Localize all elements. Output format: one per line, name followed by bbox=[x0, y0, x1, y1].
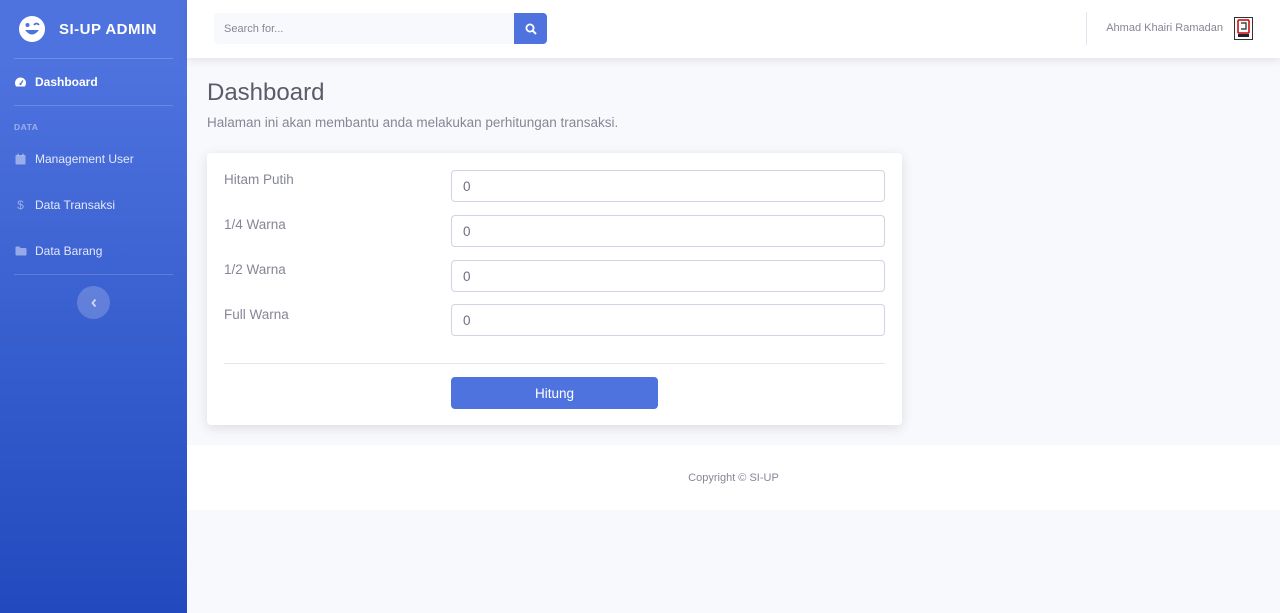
sidebar-item-label: Management User bbox=[35, 152, 134, 166]
search-icon bbox=[525, 23, 537, 35]
user-avatar-icon bbox=[1237, 19, 1250, 37]
copyright-text: Copyright © SI-UP bbox=[688, 471, 779, 484]
topbar: Ahmad Khairi Ramadan bbox=[187, 0, 1280, 58]
quarter-warna-input[interactable] bbox=[451, 215, 885, 247]
sidebar-item-label: Dashboard bbox=[35, 75, 98, 89]
tachometer-icon bbox=[14, 76, 27, 89]
avatar[interactable] bbox=[1234, 17, 1253, 40]
sidebar-item-management-user[interactable]: Management User bbox=[0, 136, 187, 182]
form-divider bbox=[224, 363, 885, 364]
field-label-half-warna: 1/2 Warna bbox=[224, 262, 286, 277]
field-label-hitam-putih: Hitam Putih bbox=[224, 172, 294, 187]
chevron-left-icon bbox=[90, 298, 96, 307]
user-name[interactable]: Ahmad Khairi Ramadan bbox=[1106, 22, 1223, 34]
dollar-icon: $ bbox=[17, 198, 24, 212]
field-label-full-warna: Full Warna bbox=[224, 307, 289, 322]
page-description: Halaman ini akan membantu anda melakukan… bbox=[207, 115, 619, 130]
hitam-putih-input[interactable] bbox=[451, 170, 885, 202]
sidebar-brand[interactable]: SI-UP ADMIN bbox=[0, 0, 187, 58]
hitung-button[interactable]: Hitung bbox=[451, 377, 658, 409]
search-bar bbox=[214, 13, 547, 44]
calculation-form-card: Hitam Putih 1/4 Warna 1/2 Warna Full War… bbox=[207, 153, 902, 425]
full-warna-input[interactable] bbox=[451, 304, 885, 336]
half-warna-input[interactable] bbox=[451, 260, 885, 292]
footer: Copyright © SI-UP bbox=[187, 445, 1280, 510]
sidebar-item-dashboard[interactable]: Dashboard bbox=[0, 59, 187, 105]
brand-name: SI-UP ADMIN bbox=[59, 20, 158, 38]
sidebar-item-label: Data Barang bbox=[35, 244, 103, 258]
sidebar-item-data-transaksi[interactable]: $ Data Transaksi bbox=[0, 182, 187, 228]
sidebar-item-label: Data Transaksi bbox=[35, 198, 116, 212]
sidebar-item-data-barang[interactable]: Data Barang bbox=[0, 228, 187, 274]
search-button[interactable] bbox=[514, 13, 547, 44]
sidebar-toggle-button[interactable] bbox=[77, 286, 110, 319]
sidebar-divider bbox=[14, 274, 173, 275]
sidebar-heading: DATA bbox=[14, 122, 39, 132]
page-title: Dashboard bbox=[207, 79, 325, 106]
sidebar: SI-UP ADMIN Dashboard DATA Management Us… bbox=[0, 0, 187, 613]
field-label-quarter-warna: 1/4 Warna bbox=[224, 217, 286, 232]
calendar-icon bbox=[14, 153, 27, 166]
laugh-wink-icon bbox=[19, 16, 45, 42]
topbar-divider bbox=[1086, 12, 1087, 45]
search-input[interactable] bbox=[214, 13, 514, 44]
folder-icon bbox=[14, 245, 27, 258]
